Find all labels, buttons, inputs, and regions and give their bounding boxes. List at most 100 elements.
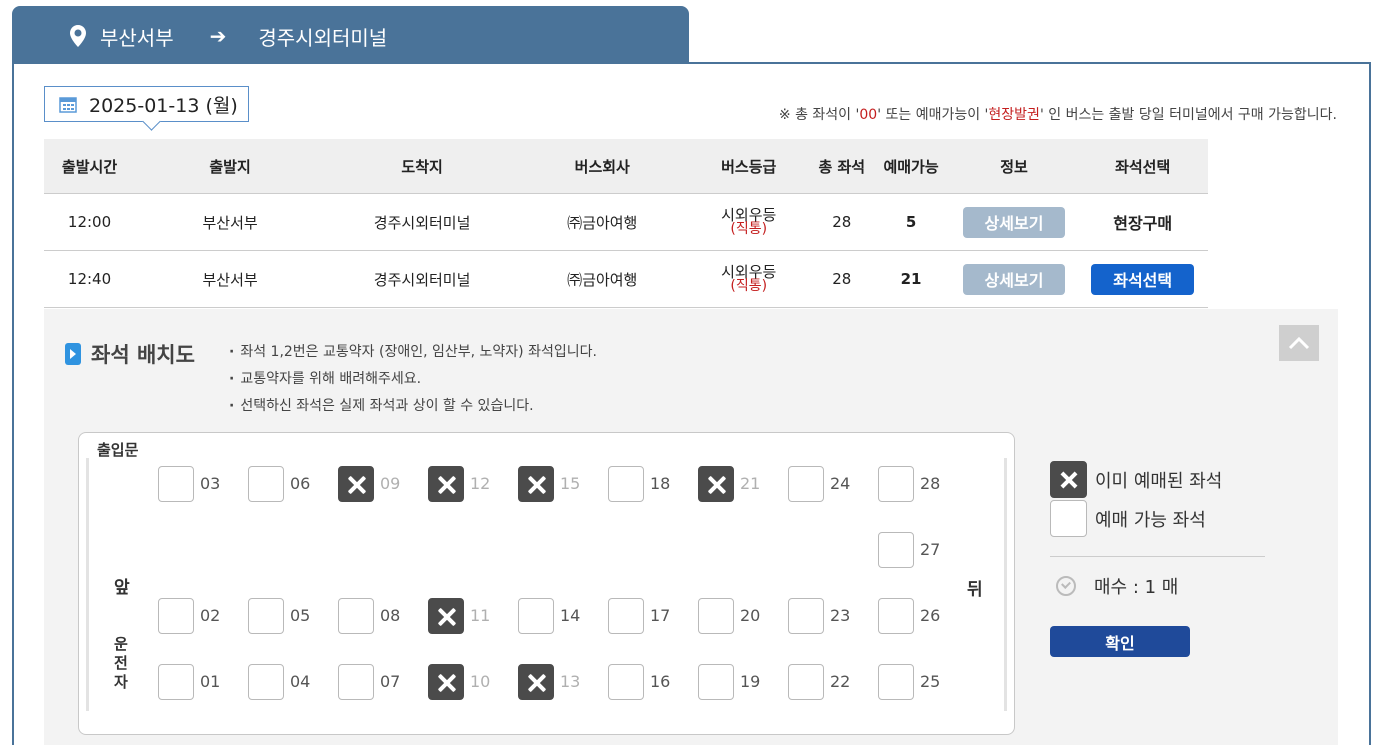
seat-number: 09	[380, 474, 401, 493]
location-pin-icon	[70, 25, 86, 47]
seat-select-button[interactable]: 좌석선택	[1091, 263, 1195, 295]
seat-available[interactable]	[878, 532, 914, 568]
destination-label: 경주시외터미널	[258, 25, 388, 50]
seat-number: 25	[920, 672, 941, 691]
seat-available[interactable]	[338, 598, 374, 634]
seat-available[interactable]	[788, 664, 824, 700]
seat-number: 03	[200, 474, 221, 493]
seat-available[interactable]	[248, 466, 284, 502]
bus-company: ㈜금아여행	[567, 213, 638, 232]
collapse-button[interactable]	[1279, 325, 1319, 361]
seat-number: 28	[920, 474, 941, 493]
seat-taken	[518, 466, 554, 502]
front-label: 앞	[114, 578, 130, 598]
seat-available[interactable]	[518, 598, 554, 634]
legend-available: 예매 가능 좌석	[1050, 500, 1265, 537]
note-item: 선택하신 좌석은 실제 좌석과 상이 할 수 있습니다.	[229, 393, 597, 420]
play-icon	[65, 343, 81, 365]
origin: 부산서부	[202, 213, 258, 232]
seat-available[interactable]	[248, 598, 284, 634]
seat-available[interactable]	[878, 598, 914, 634]
confirm-button[interactable]: 확인	[1050, 626, 1190, 657]
seat-number: 22	[830, 672, 851, 691]
available-seat-icon	[1050, 500, 1087, 537]
seat-available[interactable]	[788, 598, 824, 634]
seat-number: 17	[650, 606, 671, 625]
seat-taken	[428, 664, 464, 700]
grade-sub: (직통)	[730, 221, 768, 237]
seat-number: 04	[290, 672, 311, 691]
seat-taken	[698, 466, 734, 502]
seat-number: 11	[470, 606, 491, 625]
bus-seat-layout: 출입문 앞 뒤 운 전 자 03 06 09 12 15 18 21 24 28 27 02 05 08…	[78, 432, 1015, 735]
seat-available[interactable]	[878, 466, 914, 502]
date-selector[interactable]: 2025-01-13 (월)	[44, 86, 249, 122]
seat-number: 21	[740, 474, 761, 493]
col-header: 좌석선택	[1115, 157, 1171, 176]
seat-number: 05	[290, 606, 311, 625]
seat-notes: 좌석 1,2번은 교통약자 (장애인, 임산부, 노약자) 좌석입니다. 교통약…	[229, 339, 597, 420]
note-item: 교통약자를 위해 배려해주세요.	[229, 366, 597, 393]
seat-available[interactable]	[608, 664, 644, 700]
route-header: 부산서부 ➔ 경주시외터미널	[12, 6, 689, 66]
seat-available[interactable]	[788, 466, 824, 502]
seat-available[interactable]	[158, 466, 194, 502]
seat-number: 01	[200, 672, 221, 691]
total-seats: 28	[832, 270, 852, 288]
seat-number: 23	[830, 606, 851, 625]
onsite-purchase-label: 현장구매	[1113, 214, 1173, 233]
table-header: 출발시간 출발지 도착지 버스회사 버스등급 총 좌석 예매가능 정보 좌석선택	[44, 139, 1208, 194]
seat-available[interactable]	[698, 664, 734, 700]
table-row: 12:40 부산서부 경주시외터미널 ㈜금아여행 시외우등 (직통) 28 21…	[44, 251, 1208, 308]
chevron-up-icon	[1288, 336, 1310, 350]
seat-number: 08	[380, 606, 401, 625]
ticket-count: 매수 : 1 매	[1056, 573, 1178, 599]
seat-available[interactable]	[608, 598, 644, 634]
arrow-right-icon: ➔	[209, 24, 227, 48]
bus-grade: 시외우등 (직통)	[685, 194, 812, 250]
grade-sub: (직통)	[730, 278, 768, 294]
seat-number: 02	[200, 606, 221, 625]
seat-available[interactable]	[698, 598, 734, 634]
seat-available[interactable]	[248, 664, 284, 700]
seat-number: 24	[830, 474, 851, 493]
door-label: 출입문	[97, 441, 139, 459]
seat-map-title: 좌석 배치도	[65, 339, 195, 369]
seat-number: 06	[290, 474, 311, 493]
departure-time: 12:00	[67, 213, 112, 231]
seat-number: 27	[920, 540, 941, 559]
back-label: 뒤	[967, 580, 983, 600]
table-row: 12:00 부산서부 경주시외터미널 ㈜금아여행 시외우등 (직통) 28 5 …	[44, 194, 1208, 251]
legend-taken: 이미 예매된 좌석	[1050, 461, 1265, 498]
seat-available[interactable]	[338, 664, 374, 700]
col-header: 버스회사	[574, 157, 630, 176]
seat-number: 12	[470, 474, 491, 493]
seat-number: 13	[560, 672, 581, 691]
taken-seat-icon	[1050, 461, 1087, 498]
seat-available[interactable]	[158, 598, 194, 634]
col-header: 출발시간	[61, 157, 118, 176]
select-cell: 현장구매	[1077, 194, 1208, 250]
col-header: 예매가능	[883, 157, 939, 176]
seat-legend: 이미 예매된 좌석 예매 가능 좌석	[1050, 461, 1265, 539]
seat-available[interactable]	[878, 664, 914, 700]
seat-number: 07	[380, 672, 401, 691]
seat-available[interactable]	[158, 664, 194, 700]
seat-number: 18	[650, 474, 671, 493]
bus-side-wall	[1004, 458, 1007, 711]
seat-available[interactable]	[608, 466, 644, 502]
note-item: 좌석 1,2번은 교통약자 (장애인, 임산부, 노약자) 좌석입니다.	[229, 339, 597, 366]
bus-schedule-table: 출발시간 출발지 도착지 버스회사 버스등급 총 좌석 예매가능 정보 좌석선택…	[44, 139, 1208, 308]
info-cell: 상세보기	[951, 194, 1078, 250]
seat-number: 10	[470, 672, 491, 691]
seat-number: 26	[920, 606, 941, 625]
origin: 부산서부	[202, 270, 258, 289]
seat-taken	[518, 664, 554, 700]
detail-button[interactable]: 상세보기	[963, 263, 1065, 295]
available-seats: 5	[905, 213, 917, 231]
detail-button[interactable]: 상세보기	[963, 206, 1065, 238]
info-cell: 상세보기	[951, 251, 1078, 307]
check-circle-icon	[1056, 576, 1076, 596]
bus-company: ㈜금아여행	[567, 270, 638, 289]
driver-label: 운 전 자	[114, 635, 128, 691]
